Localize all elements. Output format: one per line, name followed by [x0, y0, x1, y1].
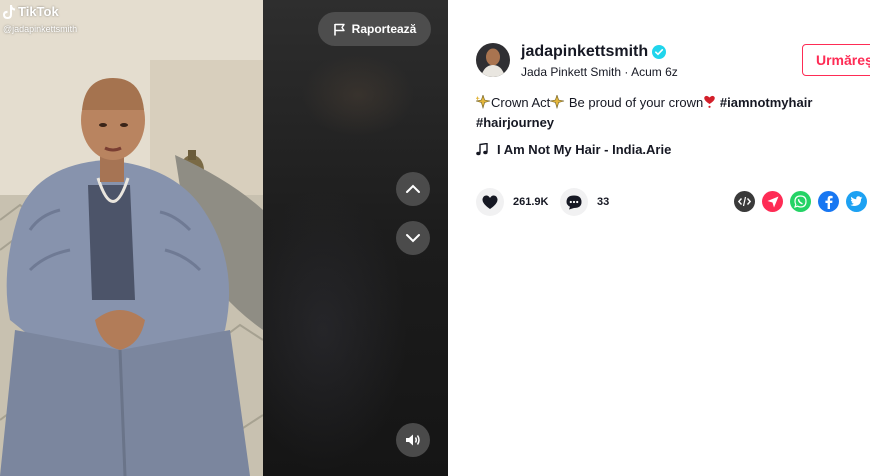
heart-exclamation-emoji-icon: [704, 95, 716, 108]
whatsapp-button[interactable]: [790, 191, 811, 212]
sparkle-emoji-icon: [475, 94, 491, 110]
hashtag-hairjourney[interactable]: #hairjourney: [476, 115, 554, 130]
report-label: Raportează: [351, 22, 417, 36]
video-info-panel: jadapinkettsmith Jada Pinkett Smith · Ac…: [448, 0, 870, 476]
video-frame[interactable]: [0, 0, 263, 476]
embed-button[interactable]: [734, 191, 755, 212]
tiktok-logo: TikTok: [3, 4, 59, 19]
send-icon: [767, 196, 778, 207]
comment-stat: 33: [560, 188, 609, 216]
description-text-2: Be proud of your crown: [565, 95, 704, 110]
hashtag-iamnotmyhair[interactable]: #iamnotmyhair: [720, 95, 812, 110]
music-note-icon: [476, 143, 488, 156]
facebook-icon: [825, 195, 833, 209]
sound-toggle-button[interactable]: [396, 423, 430, 457]
author-username-row[interactable]: jadapinkettsmith: [521, 43, 667, 61]
sparkle-emoji-icon: [550, 94, 565, 110]
like-count: 261.9K: [513, 196, 549, 208]
post-time: Acum 6z: [631, 65, 678, 79]
report-button[interactable]: Raportează: [318, 12, 431, 46]
comment-icon: [566, 195, 582, 209]
whatsapp-icon: [794, 195, 807, 208]
next-video-button[interactable]: [396, 221, 430, 255]
description-text-1: Crown Act: [491, 95, 551, 110]
video-player[interactable]: TikTok @jadapinkettsmith Raportează: [0, 0, 448, 476]
verified-badge-icon: [652, 45, 667, 59]
send-button[interactable]: [762, 191, 783, 212]
like-stat: 261.9K: [476, 188, 548, 216]
twitter-button[interactable]: [846, 191, 867, 212]
previous-video-button[interactable]: [396, 172, 430, 206]
music-title[interactable]: I Am Not My Hair - India.Arie: [497, 142, 671, 157]
avatar[interactable]: [476, 43, 510, 77]
avatar-image: [476, 43, 510, 77]
watermark-handle: @jadapinkettsmith: [3, 24, 78, 34]
follow-button[interactable]: Urmărește: [802, 44, 870, 76]
like-button[interactable]: [476, 188, 504, 216]
tiktok-note-icon: [3, 4, 15, 19]
tiktok-wordmark: TikTok: [18, 4, 59, 19]
chevron-down-icon: [406, 234, 420, 243]
twitter-icon: [850, 196, 863, 206]
flag-icon: [333, 23, 345, 35]
follow-label: Urmărește: [816, 52, 870, 68]
author-username[interactable]: jadapinkettsmith: [521, 43, 648, 61]
video-still: [0, 0, 263, 476]
comment-button[interactable]: [560, 188, 588, 216]
author-subline: Jada Pinkett Smith · Acum 6z: [521, 65, 678, 79]
music-link[interactable]: I Am Not My Hair - India.Arie: [476, 142, 671, 157]
heart-icon: [482, 194, 498, 209]
author-display-name: Jada Pinkett Smith: [521, 65, 622, 79]
chevron-up-icon: [406, 184, 420, 193]
comment-count: 33: [597, 196, 610, 208]
embed-icon: [738, 196, 751, 207]
speaker-icon: [406, 434, 420, 446]
video-description: Crown Act Be proud of your crown #iamnot…: [475, 93, 856, 133]
separator-dot: ·: [621, 65, 632, 79]
share-bar: [734, 191, 867, 212]
facebook-button[interactable]: [818, 191, 839, 212]
